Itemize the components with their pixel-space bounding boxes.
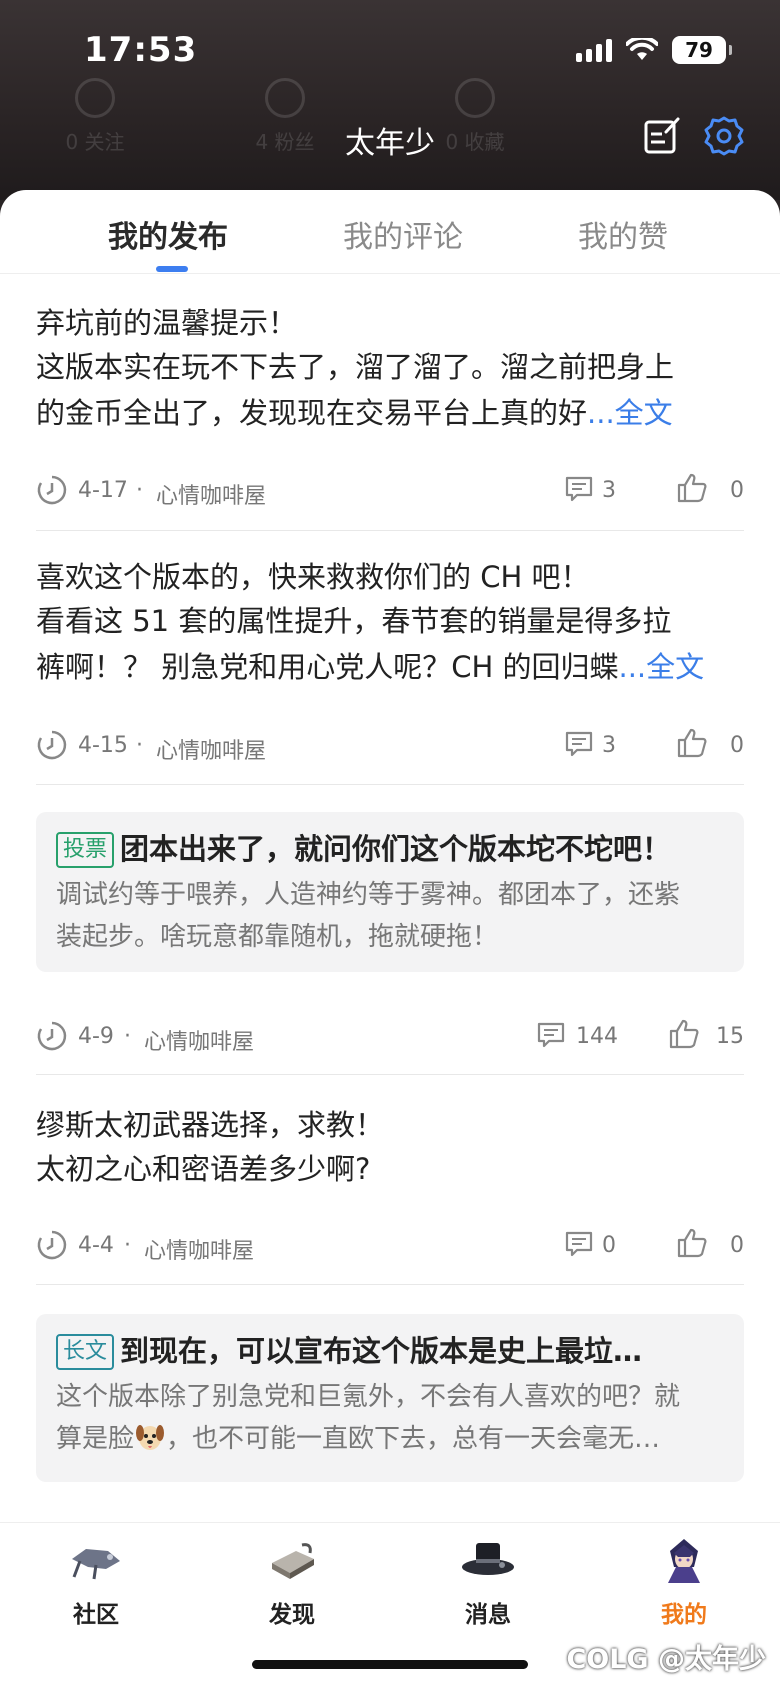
divider [36, 784, 744, 785]
active-tab-indicator [156, 266, 188, 272]
clock-icon [37, 1021, 67, 1051]
long-post-card[interactable]: 长文 到现在，可以宣布这个版本是史上最垃… 这个版本除了别急党和巨氪外，不会有人喜… [36, 1314, 744, 1482]
post-title: 喜欢这个版本的，快来救救你们的 CH 吧！ [36, 560, 590, 594]
post-item[interactable]: 喜欢这个版本的，快来救救你们的 CH 吧！ 看看这 51 套的属性提升，春节套的… [36, 556, 744, 690]
dog-face-emoji-icon [136, 1425, 165, 1450]
vote-tag: 投票 [56, 832, 115, 868]
post-title: 长文 到现在，可以宣布这个版本是史上最垃… [56, 1330, 724, 1372]
nav-profile[interactable]: 我的 [624, 1537, 744, 1629]
cellular-signal-icon [576, 38, 612, 62]
post-body: 调试约等于喂养，人造神约等于雾神。都团本了，还紫 装起步。啥玩意都靠随机，拖就硬… [56, 880, 681, 952]
settings-icon[interactable] [702, 114, 746, 158]
post-meta: 4-17 · 心情咖啡屋 3 0 [36, 470, 744, 510]
profile-header: 0 关注 4 粉丝 0 收藏 17:53 79 太年少 [0, 0, 780, 200]
post-club[interactable]: 心情咖啡屋 [156, 733, 266, 765]
comment-count: 3 [602, 478, 616, 503]
post-club[interactable]: 心情咖啡屋 [144, 1233, 254, 1265]
read-more-link[interactable]: ...全文 [587, 396, 673, 430]
like-count: 0 [730, 478, 744, 503]
divider [36, 530, 744, 531]
clock-icon [37, 475, 67, 505]
clock-icon [37, 730, 67, 760]
comment-count: 3 [602, 733, 616, 758]
post-date: 4-15 [78, 733, 128, 758]
read-more-link[interactable]: ...全文 [619, 650, 705, 684]
vote-post-card[interactable]: 投票 团本出来了，就问你们这个版本坨不坨吧！ 调试约等于喂养，人造神约等于雾神。都… [36, 812, 744, 972]
like-count: 15 [716, 1024, 744, 1049]
post-date: 4-4 [78, 1233, 114, 1258]
status-time: 17:53 [84, 30, 198, 70]
community-icon [72, 1549, 120, 1580]
long-article-tag: 长文 [56, 1334, 115, 1370]
home-indicator[interactable] [252, 1660, 528, 1669]
like-count: 0 [730, 1233, 744, 1258]
tab-bar: 我的发布 我的评论 我的赞 [0, 190, 780, 274]
divider [36, 1284, 744, 1285]
message-icon [462, 1543, 514, 1575]
status-icons: 79 [576, 36, 732, 64]
post-meta: 4-9 · 心情咖啡屋 144 15 [36, 1016, 744, 1056]
like-icon[interactable] [676, 1227, 708, 1259]
like-count: 0 [730, 733, 744, 758]
post-meta: 4-15 · 心情咖啡屋 3 0 [36, 725, 744, 765]
post-date: 4-17 [78, 478, 128, 503]
tab-my-likes[interactable]: 我的赞 [578, 212, 668, 256]
comment-icon[interactable] [564, 1229, 594, 1259]
watermark: COLG @太年少 [566, 1644, 766, 1675]
like-icon[interactable] [676, 727, 708, 759]
post-body: 这个版本除了别急党和巨氪外，不会有人喜欢的吧？就 算是脸 ，也不可能一直欧下去，… [56, 1382, 681, 1454]
nav-discover[interactable]: 发现 [232, 1537, 352, 1629]
discover-icon [272, 1543, 314, 1579]
like-icon[interactable] [668, 1018, 700, 1050]
comment-count: 0 [602, 1233, 616, 1258]
battery-icon: 79 [672, 36, 732, 64]
post-item[interactable]: 弃坑前的温馨提示！ 这版本实在玩不下去了，溜了溜了。溜之前把身上 的金币全出了，… [36, 302, 744, 436]
comment-icon[interactable] [564, 474, 594, 504]
post-body: 看看这 51 套的属性提升，春节套的销量是得多拉 裤啊！？ 别急党和用心党人呢？… [36, 604, 705, 684]
post-club[interactable]: 心情咖啡屋 [144, 1024, 254, 1056]
nav-community[interactable]: 社区 [36, 1537, 156, 1629]
profile-icon [668, 1539, 700, 1583]
post-title: 弃坑前的温馨提示！ [36, 306, 298, 340]
comment-icon[interactable] [536, 1020, 566, 1050]
post-title: 投票 团本出来了，就问你们这个版本坨不坨吧！ [56, 828, 724, 870]
divider [36, 1074, 744, 1075]
comment-count: 144 [576, 1024, 618, 1049]
edit-icon[interactable] [640, 114, 684, 158]
nav-messages[interactable]: 消息 [428, 1537, 548, 1629]
post-date: 4-9 [78, 1024, 114, 1049]
post-body: 太初之心和密语差多少啊? [36, 1152, 371, 1186]
like-icon[interactable] [676, 472, 708, 504]
clock-icon [37, 1230, 67, 1260]
wifi-icon [626, 38, 658, 60]
tab-my-comments[interactable]: 我的评论 [343, 212, 463, 256]
post-club[interactable]: 心情咖啡屋 [156, 478, 266, 510]
tab-my-posts[interactable]: 我的发布 [108, 212, 228, 256]
post-meta: 4-4 · 心情咖啡屋 0 0 [36, 1225, 744, 1265]
post-body: 这版本实在玩不下去了，溜了溜了。溜之前把身上 的金币全出了，发现现在交易平台上真… [36, 350, 675, 430]
post-item[interactable]: 缪斯太初武器选择，求教！ 太初之心和密语差多少啊? [36, 1104, 744, 1192]
comment-icon[interactable] [564, 729, 594, 759]
post-title: 缪斯太初武器选择，求教！ [36, 1108, 385, 1142]
content-sheet: 我的发布 我的评论 我的赞 弃坑前的温馨提示！ 这版本实在玩不下去了，溜了溜了。… [0, 190, 780, 1688]
